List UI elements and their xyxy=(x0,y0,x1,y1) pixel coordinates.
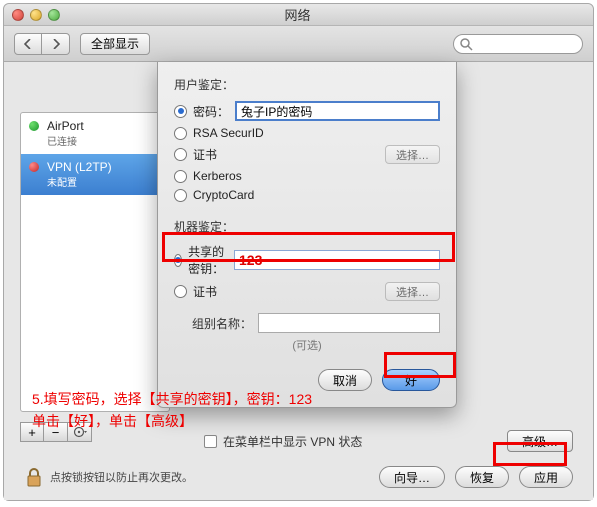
radio-cert-machine[interactable]: 证书 选择… xyxy=(174,282,440,301)
lock-row: 点按锁按钮以防止再次更改。 xyxy=(24,466,193,488)
cancel-button[interactable]: 取消 xyxy=(318,369,372,391)
radio-rsa[interactable]: RSA SecurID xyxy=(174,126,440,140)
search-input[interactable] xyxy=(453,34,583,54)
radio-label: 证书 xyxy=(193,283,217,300)
window-title: 网络 xyxy=(60,5,535,24)
status-dot-icon xyxy=(29,121,39,131)
groupname-field[interactable] xyxy=(258,313,440,333)
radio-kerberos[interactable]: Kerberos xyxy=(174,169,440,183)
radio-icon xyxy=(174,170,187,183)
choose-cert-button[interactable]: 选择… xyxy=(385,145,440,164)
radio-icon xyxy=(174,254,182,267)
groupname-label: 组别名称： xyxy=(174,315,252,332)
revert-button[interactable]: 恢复 xyxy=(455,466,509,488)
forward-button[interactable] xyxy=(42,33,70,55)
auth-sheet: 用户鉴定： 密码： RSA SecurID 证书 选择… Kerberos xyxy=(157,62,457,408)
choose-cert-machine-button[interactable]: 选择… xyxy=(385,282,440,301)
sidebar-item-airport[interactable]: AirPort 已连接 xyxy=(21,113,169,154)
radio-icon xyxy=(174,189,187,202)
radio-icon xyxy=(174,105,187,118)
prefs-window: 网络 全部显示 AirPort 已连接 VPN ( xyxy=(3,3,594,501)
radio-icon xyxy=(174,148,187,161)
titlebar: 网络 xyxy=(4,4,593,26)
radio-label: CryptoCard xyxy=(193,188,254,202)
sidebar-item-sub: 已连接 xyxy=(47,133,159,148)
content: AirPort 已连接 VPN (L2TP) 未配置 + − 在菜单栏中显示 V… xyxy=(4,62,593,500)
back-button[interactable] xyxy=(14,33,42,55)
annotation-text: 5.填写密码，选择【共享的密钥】，密钥：123 单击【好】，单击【高级】 xyxy=(32,388,312,433)
radio-label: 共享的密钥： xyxy=(188,243,228,277)
machineauth-heading: 机器鉴定： xyxy=(174,218,440,235)
sidebar-item-sub: 未配置 xyxy=(47,174,159,189)
shared-key-field[interactable] xyxy=(234,250,440,270)
sidebar-item-vpn[interactable]: VPN (L2TP) 未配置 xyxy=(21,154,169,195)
lock-text: 点按锁按钮以防止再次更改。 xyxy=(50,469,193,485)
services-sidebar: AirPort 已连接 VPN (L2TP) 未配置 xyxy=(20,112,170,412)
checkbox-label: 在菜单栏中显示 VPN 状态 xyxy=(223,433,362,450)
annotation-line2: 单击【好】，单击【高级】 xyxy=(32,410,312,432)
ok-button[interactable]: 好 xyxy=(382,369,440,391)
zoom-icon[interactable] xyxy=(48,9,60,21)
bottom-buttons: 向导… 恢复 应用 xyxy=(379,466,573,488)
checkbox-icon xyxy=(204,435,217,448)
lock-icon[interactable] xyxy=(24,466,44,488)
radio-crypto[interactable]: CryptoCard xyxy=(174,188,440,202)
close-icon[interactable] xyxy=(12,9,24,21)
radio-password[interactable]: 密码： xyxy=(174,101,440,121)
sidebar-item-label: VPN (L2TP) xyxy=(47,160,159,174)
status-dot-icon xyxy=(29,162,39,172)
toolbar: 全部显示 xyxy=(4,26,593,62)
chevron-left-icon xyxy=(24,39,32,49)
optional-hint: (可选) xyxy=(174,337,440,353)
advanced-row: 在菜单栏中显示 VPN 状态 高级… xyxy=(204,430,573,452)
radio-label: Kerberos xyxy=(193,169,242,183)
sidebar-item-label: AirPort xyxy=(47,119,159,133)
assist-button[interactable]: 向导… xyxy=(379,466,445,488)
radio-label: 密码： xyxy=(193,103,229,120)
chevron-right-icon xyxy=(52,39,60,49)
traffic-lights xyxy=(12,9,60,21)
radio-shared-key[interactable]: 共享的密钥： xyxy=(174,243,440,277)
advanced-button[interactable]: 高级… xyxy=(507,430,573,452)
bottom-row: 点按锁按钮以防止再次更改。 向导… 恢复 应用 xyxy=(4,466,593,488)
minimize-icon[interactable] xyxy=(30,9,42,21)
radio-icon xyxy=(174,285,187,298)
password-field[interactable] xyxy=(235,101,440,121)
show-all-button[interactable]: 全部显示 xyxy=(80,33,150,55)
radio-cert[interactable]: 证书 选择… xyxy=(174,145,440,164)
radio-label: 证书 xyxy=(193,146,217,163)
radio-icon xyxy=(174,127,187,140)
groupname-row: 组别名称： xyxy=(174,313,440,333)
radio-label: RSA SecurID xyxy=(193,126,264,140)
search-icon xyxy=(459,37,473,51)
show-vpn-status-checkbox[interactable]: 在菜单栏中显示 VPN 状态 xyxy=(204,433,362,450)
annotation-line1: 5.填写密码，选择【共享的密钥】，密钥：123 xyxy=(32,388,312,410)
apply-button[interactable]: 应用 xyxy=(519,466,573,488)
userauth-heading: 用户鉴定： xyxy=(174,76,440,93)
nav-back-forward xyxy=(14,33,70,55)
